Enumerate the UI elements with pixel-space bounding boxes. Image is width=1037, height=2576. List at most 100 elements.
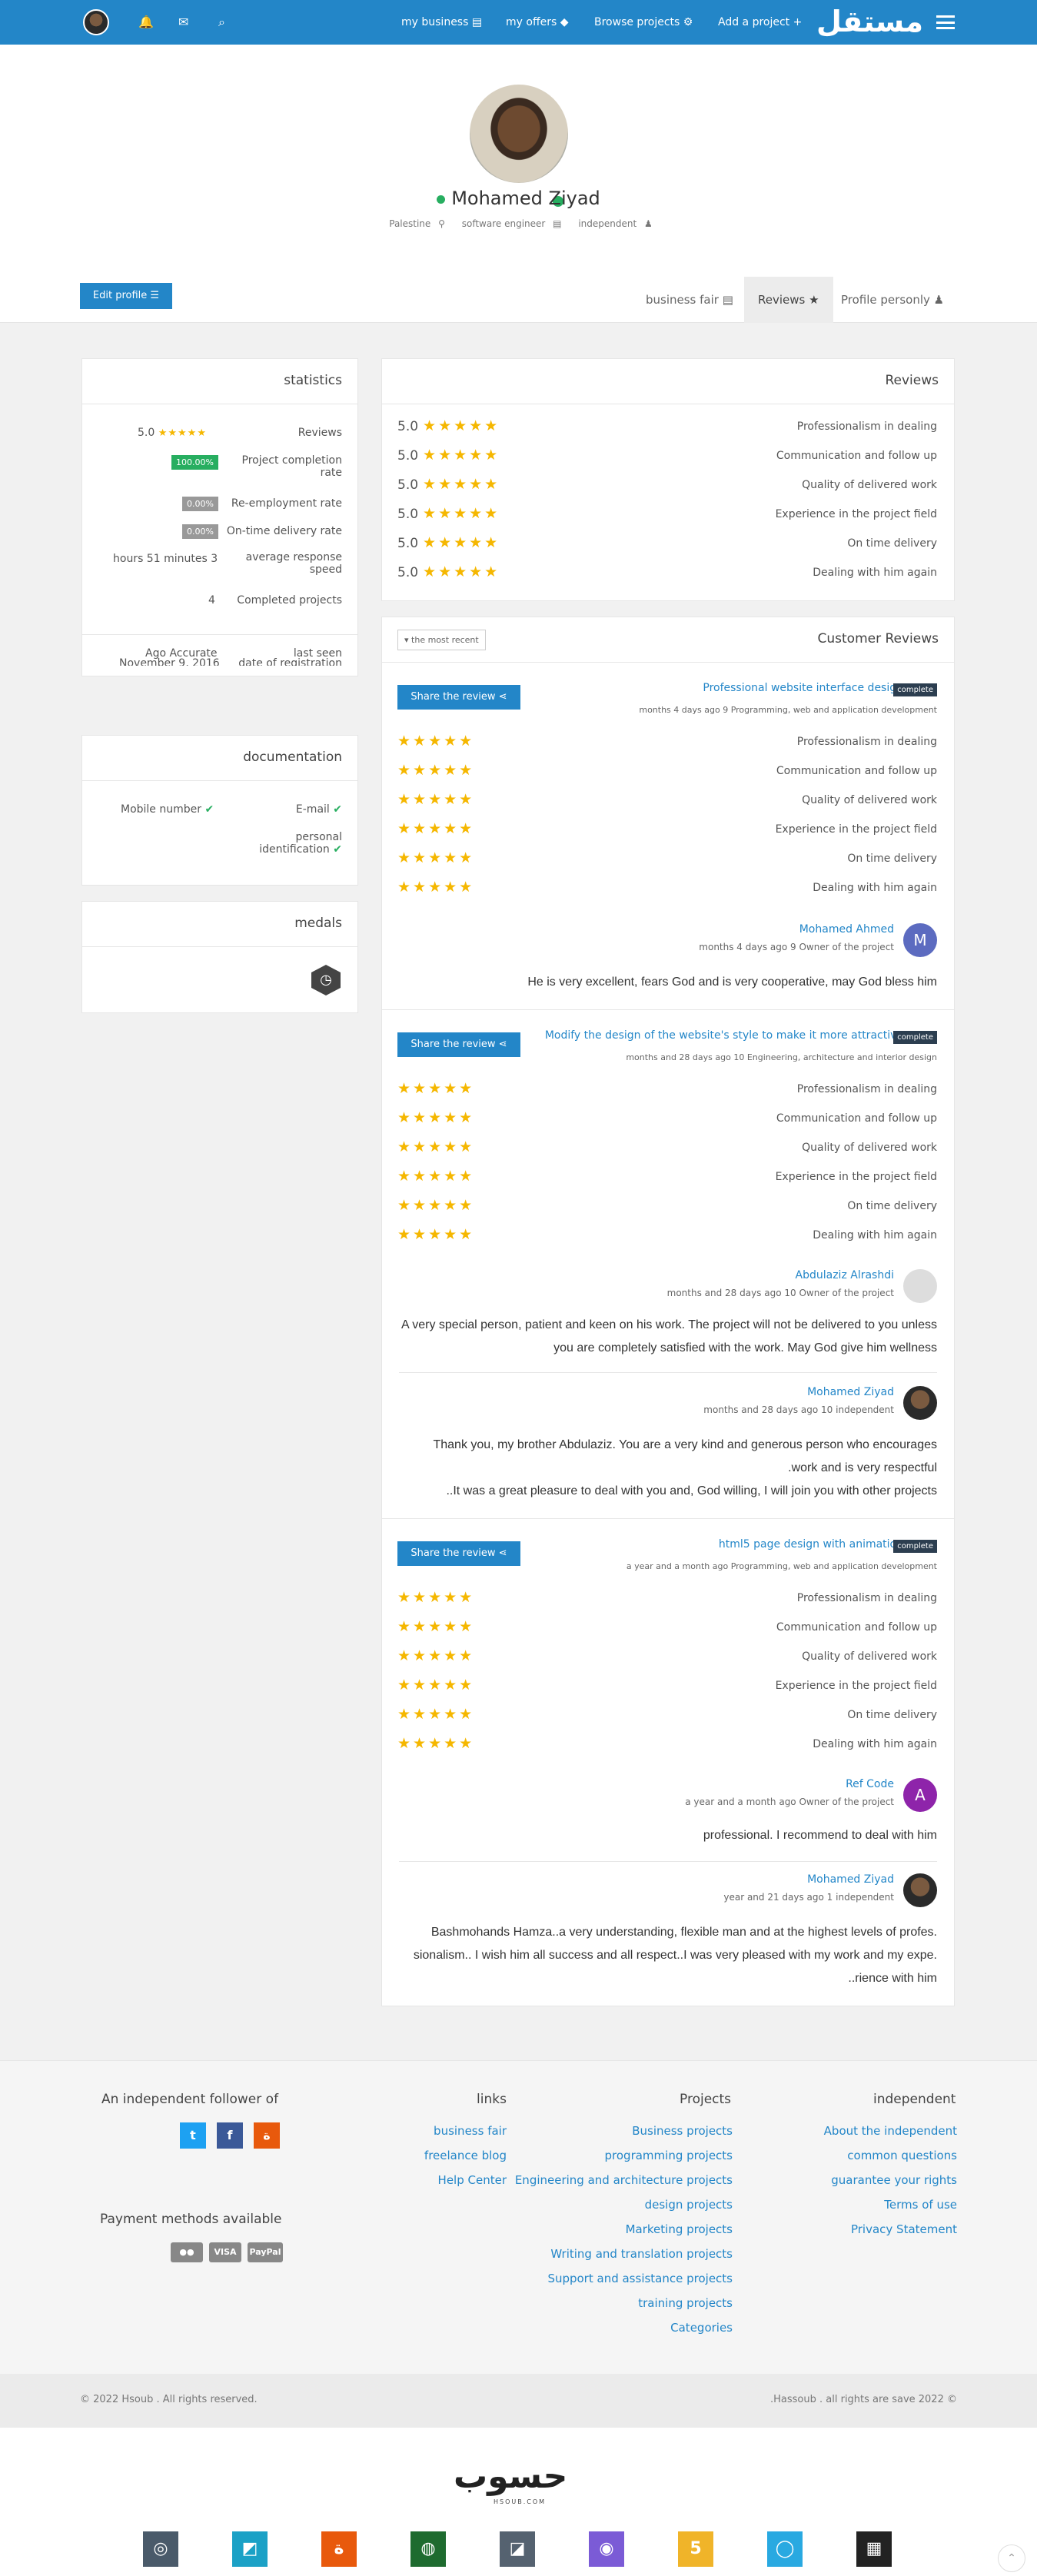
footer-link[interactable]: freelance blog	[424, 2149, 507, 2162]
bell-icon[interactable]: 🔔	[138, 0, 154, 45]
criterion-stars: ★★★★★	[397, 762, 475, 779]
review-comment: He is very excellent, fears God and is v…	[527, 976, 937, 989]
footer-link[interactable]: Marketing projects	[626, 2222, 733, 2236]
reemployment-rate-label: Re-employment rate	[231, 497, 342, 510]
facebook-icon[interactable]: f	[217, 2122, 243, 2149]
footer-link[interactable]: Privacy Statement	[851, 2222, 957, 2236]
tab-business-fair[interactable]: business fair ▤	[632, 277, 747, 323]
review-comment: you are completely satisfied with the wo…	[553, 1341, 937, 1354]
twitter-icon[interactable]: t	[180, 2122, 206, 2149]
sort-dropdown[interactable]: ▾ the most recent	[397, 630, 486, 650]
profile-header: Mohamed Ziyad Palestine ⚲ software engin…	[0, 45, 1037, 323]
profile-meta: Palestine ⚲ software engineer ▤ independ…	[389, 218, 653, 229]
review-project-meta: months and 28 days ago 10 Engineering, a…	[626, 1052, 937, 1062]
footer-link[interactable]: Terms of use	[884, 2198, 957, 2212]
doc-email: E-mail ✔	[295, 803, 342, 816]
reviewer-name[interactable]: Mohamed Ahmed	[799, 923, 894, 936]
summary-rating: 5.0 ★★★★★	[397, 534, 500, 551]
criterion-label: Quality of delivered work	[802, 1142, 937, 1154]
reply-text: .work and is very respectful	[788, 1461, 937, 1474]
footer-link[interactable]: Business projects	[632, 2124, 733, 2138]
review-project-meta: a year and a month ago Programming, web …	[626, 1561, 937, 1571]
share-review-button[interactable]: Share the review ⋖	[397, 1541, 520, 1566]
review-project-title[interactable]: Professional website interface design	[703, 682, 903, 694]
search-icon[interactable]: ⌕	[218, 0, 225, 45]
footer-link[interactable]: Engineering and architecture projects	[515, 2173, 733, 2187]
hsoub-network: حسوب HSOUB.COM ◎ ◩ ة ◍ ◪ ◉ 5 ◯ ▦	[0, 2428, 1037, 2576]
share-review-button[interactable]: Share the review ⋖	[397, 1032, 520, 1057]
review-project-title[interactable]: Modify the design of the website's style…	[545, 1029, 903, 1042]
site-icon-1[interactable]: ◎	[143, 2531, 178, 2567]
footer-independent-title: independent	[873, 2092, 956, 2107]
top-navbar: 🔔 ✉ ⌕ my business ▤ my offers ◆ Browse p…	[0, 0, 1037, 45]
reply-avatar[interactable]	[903, 1873, 937, 1907]
reviewer-avatar[interactable]: M	[903, 923, 937, 957]
doc-identification: personal identification ✔	[259, 831, 342, 856]
criterion-label: Experience in the project field	[775, 823, 937, 836]
envelope-icon[interactable]: ✉	[178, 0, 188, 45]
hsoub-logo[interactable]: حسوب	[454, 2457, 567, 2496]
summary-rating: 5.0 ★★★★★	[397, 476, 500, 493]
reviewer-avatar[interactable]	[903, 1269, 937, 1303]
reviewer-avatar[interactable]: A	[903, 1778, 937, 1812]
reply-text: Bashmohands Hamza..a very understanding,…	[430, 1926, 937, 1939]
site-icon-7[interactable]: 5	[678, 2531, 713, 2567]
hsoub-academy-icon[interactable]: ة	[254, 2122, 280, 2149]
reviewer-name[interactable]: Abdulaziz Alrashdi	[796, 1269, 894, 1281]
footer-link[interactable]: business fair	[434, 2124, 507, 2138]
footer-link[interactable]: programming projects	[605, 2149, 733, 2162]
criterion-label: Communication and follow up	[776, 1621, 937, 1634]
nav-my-offers[interactable]: my offers ◆	[506, 0, 568, 45]
footer-projects-title: Projects	[680, 2092, 732, 2107]
nav-add-project[interactable]: Add a project +	[718, 0, 802, 45]
footer-link[interactable]: About the independent	[824, 2124, 957, 2138]
check-icon: ✔	[333, 843, 342, 856]
nav-browse-projects[interactable]: Browse projects ⚙	[594, 0, 693, 45]
site-icon-9[interactable]: ▦	[856, 2531, 892, 2567]
footer-link[interactable]: Categories	[670, 2321, 733, 2335]
site-icon-5[interactable]: ◪	[500, 2531, 535, 2567]
completed-projects-value: 4	[208, 594, 215, 607]
footer-link[interactable]: Support and assistance projects	[547, 2272, 733, 2285]
criterion-stars: ★★★★★	[397, 849, 475, 866]
criterion-stars: ★★★★★	[397, 879, 475, 896]
footer-link[interactable]: common questions	[847, 2149, 957, 2162]
site-logo[interactable]: مستقل	[816, 5, 923, 38]
footer-link[interactable]: Help Center	[438, 2173, 507, 2187]
site-icon-2[interactable]: ◩	[232, 2531, 268, 2567]
footer-link[interactable]: guarantee your rights	[831, 2173, 957, 2187]
site-icon-3[interactable]: ة	[321, 2531, 357, 2567]
criterion-label: Quality of delivered work	[802, 794, 937, 806]
reply-meta: months and 28 days ago 10 independent	[703, 1404, 894, 1415]
nav-my-business[interactable]: my business ▤	[401, 0, 482, 45]
site-icon-6[interactable]: ◉	[589, 2531, 624, 2567]
user-avatar[interactable]	[83, 9, 109, 35]
reply-name[interactable]: Mohamed Ziyad	[807, 1386, 894, 1398]
documentation-panel: documentation E-mail ✔ Mobile number ✔ p…	[81, 735, 358, 886]
footer-link[interactable]: Writing and translation projects	[550, 2247, 733, 2261]
menu-icon[interactable]	[936, 15, 955, 29]
scroll-top-button[interactable]: ⌃	[998, 2544, 1025, 2572]
review-project-title[interactable]: html5 page design with animation	[719, 1538, 903, 1551]
reply-avatar[interactable]	[903, 1386, 937, 1420]
footer-link[interactable]: training projects	[638, 2296, 733, 2310]
criterion-label: Dealing with him again	[813, 1229, 937, 1241]
criterion-stars: ★★★★★	[397, 1226, 475, 1243]
criterion-label: Experience in the project field	[775, 1171, 937, 1183]
reviewer-name[interactable]: Ref Code	[846, 1778, 894, 1790]
clock-medal-icon: ◷	[311, 965, 341, 995]
check-icon: ✔	[333, 803, 342, 816]
criterion-stars: ★★★★★	[397, 1109, 475, 1126]
tab-profile[interactable]: Profile personly ♟	[827, 277, 958, 323]
last-seen-value: Ago Accurate	[145, 647, 218, 660]
site-icon-4[interactable]: ◍	[410, 2531, 446, 2567]
site-icon-8[interactable]: ◯	[767, 2531, 803, 2567]
reply-name[interactable]: Mohamed Ziyad	[807, 1873, 894, 1886]
criterion-stars: ★★★★★	[397, 1138, 475, 1155]
share-review-button[interactable]: Share the review ⋖	[397, 685, 520, 710]
online-dot-icon	[437, 194, 446, 204]
edit-profile-button[interactable]: Edit profile ☰	[80, 283, 172, 309]
criterion-label: Quality of delivered work	[802, 1650, 937, 1663]
tab-reviews[interactable]: Reviews ★	[744, 277, 833, 323]
footer-link[interactable]: design projects	[645, 2198, 733, 2212]
